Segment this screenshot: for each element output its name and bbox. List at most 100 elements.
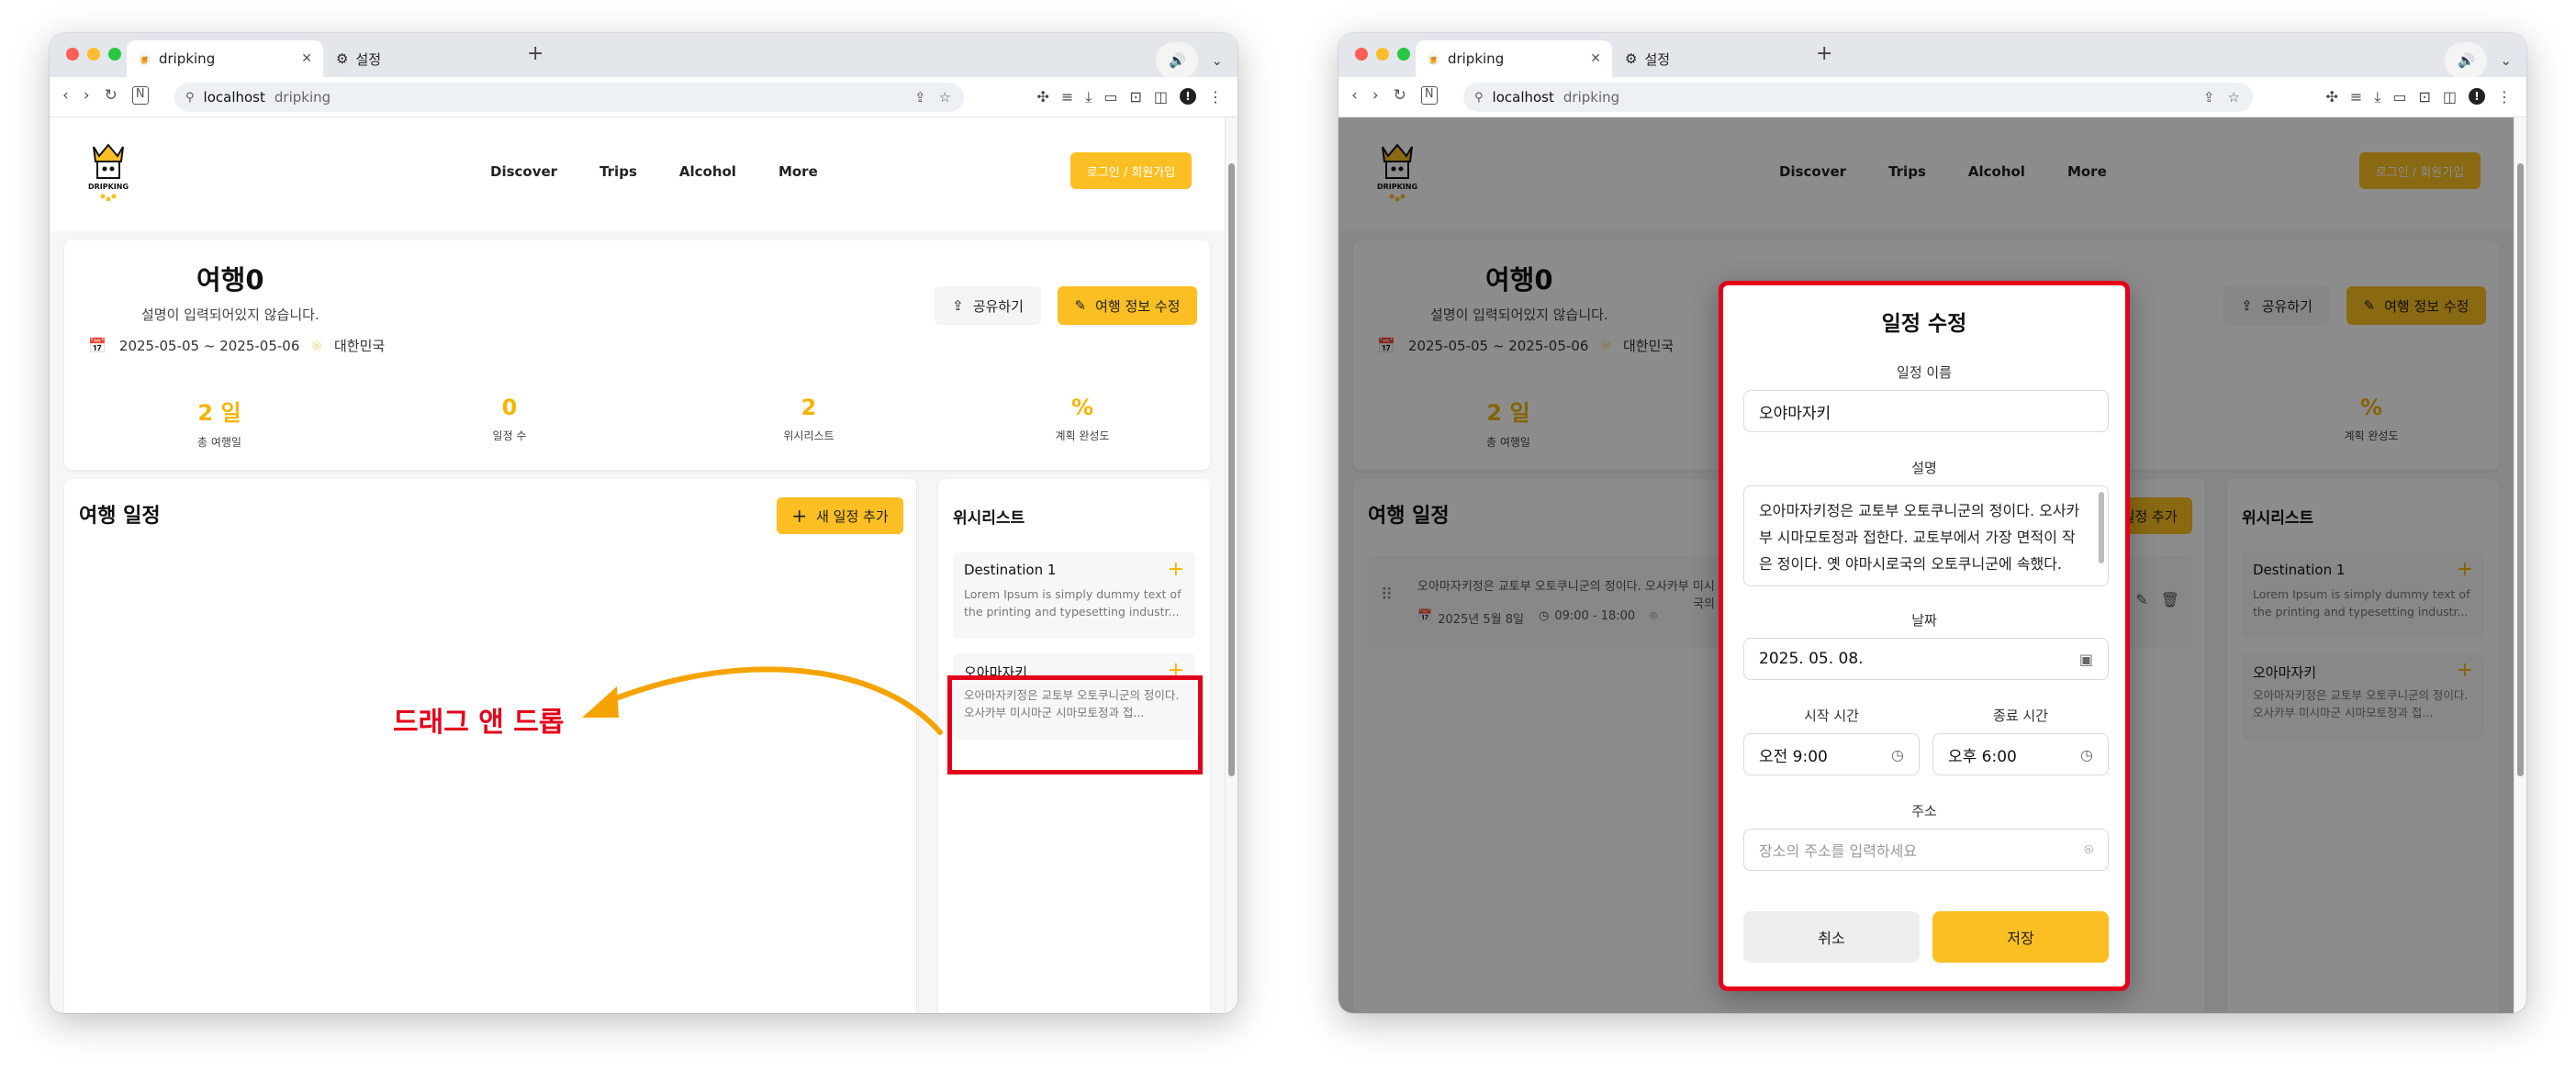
- back-icon[interactable]: ‹: [1351, 86, 1358, 105]
- profile-alert-icon[interactable]: !: [2469, 88, 2485, 105]
- desc-label: 설명: [1911, 460, 1937, 476]
- scrollbar-thumb[interactable]: [2517, 163, 2524, 776]
- end-time-input[interactable]: 오후 6:00 ◷: [1932, 733, 2109, 775]
- nav-alcohol[interactable]: Alcohol: [679, 163, 736, 180]
- download-icon[interactable]: ⤓: [1085, 88, 1092, 106]
- edit-trip-button[interactable]: ✎ 여행 정보 수정: [1058, 286, 1197, 325]
- site-info-icon[interactable]: ⚲: [185, 91, 195, 105]
- screenshot-icon[interactable]: ⊡: [2418, 88, 2430, 106]
- tab-dripking[interactable]: 🍺 dripking ✕: [127, 40, 323, 77]
- share-button[interactable]: ⇪ 공유하기: [935, 286, 1041, 325]
- extension-n-icon[interactable]: N: [1420, 86, 1438, 105]
- dripking-logo[interactable]: DRIPKING: [81, 141, 136, 202]
- nav-more[interactable]: More: [778, 163, 818, 180]
- stat-label: 총 여행일: [197, 436, 241, 449]
- reading-list-icon[interactable]: ≡: [2350, 88, 2362, 106]
- tab-dripking[interactable]: 🍺 dripking ✕: [1416, 40, 1612, 77]
- textarea-scrollbar[interactable]: [2099, 492, 2104, 563]
- screenshot-icon[interactable]: ⊡: [1129, 88, 1141, 106]
- date-input[interactable]: 2025. 05. 08. ▣: [1743, 638, 2109, 680]
- cancel-button[interactable]: 취소: [1743, 911, 1920, 963]
- name-label: 일정 이름: [1897, 364, 1952, 381]
- modal-title: 일정 수정: [1881, 312, 1967, 336]
- sidebar-icon[interactable]: ◫: [1154, 88, 1168, 106]
- close-window-button[interactable]: [66, 48, 79, 61]
- new-tab-button[interactable]: +: [527, 42, 543, 65]
- tab-settings[interactable]: ⚙ 설정: [325, 40, 518, 77]
- add-to-schedule-icon[interactable]: +: [1168, 558, 1184, 581]
- profile-alert-icon[interactable]: !: [1180, 88, 1196, 105]
- close-window-button[interactable]: [1355, 48, 1368, 61]
- page-scrollbar[interactable]: [1225, 117, 1238, 1013]
- site-info-icon[interactable]: ⚲: [1474, 91, 1484, 105]
- wishlist-item-title: Destination 1: [964, 562, 1057, 578]
- sidebar-icon[interactable]: ◫: [2443, 88, 2457, 106]
- site-header: DRIPKING Discover Trips Alcohol More 로그인…: [50, 117, 1225, 231]
- extension-n-icon[interactable]: N: [131, 86, 149, 105]
- wishlist-item[interactable]: Destination 1 Lorem Ipsum is simply dumm…: [953, 552, 1195, 639]
- close-tab-icon[interactable]: ✕: [1590, 51, 1601, 66]
- close-tab-icon[interactable]: ✕: [301, 51, 312, 66]
- reload-icon[interactable]: ↻: [105, 86, 118, 105]
- save-button[interactable]: 저장: [1932, 911, 2109, 963]
- url-host: localhost: [1492, 89, 1554, 106]
- forward-icon[interactable]: ›: [84, 86, 90, 105]
- bookmark-star-icon[interactable]: ☆: [2228, 89, 2240, 106]
- maximize-window-button[interactable]: [108, 48, 121, 61]
- add-schedule-button[interactable]: + 새 일정 추가: [777, 497, 903, 534]
- minimize-window-button[interactable]: [87, 48, 100, 61]
- forward-icon[interactable]: ›: [1372, 86, 1379, 105]
- end-time-label: 종료 시간: [1993, 708, 2048, 724]
- location-pin-icon[interactable]: ⌾: [2084, 841, 2093, 859]
- share-page-icon[interactable]: ⇪: [2203, 89, 2215, 106]
- download-icon[interactable]: ⤓: [2374, 88, 2380, 106]
- gear-icon: ⚙: [1625, 50, 1638, 67]
- media-control-icon[interactable]: 🔊: [1156, 42, 1199, 79]
- reload-icon[interactable]: ↻: [1394, 86, 1406, 105]
- nav-trips[interactable]: Trips: [599, 163, 637, 180]
- reading-list-icon[interactable]: ≡: [1061, 88, 1073, 106]
- browser-window-right: 🍺 dripking ✕ ⚙ 설정 + 🔊 ⌄ ‹ › ↻ N ⚲ localh…: [1338, 33, 2526, 1013]
- extensions-puzzle-icon[interactable]: ✣: [1036, 88, 1048, 106]
- tab-bar-right: 🔊 ⌄: [1156, 42, 1223, 79]
- tab-favicon-icon: 🍺: [138, 52, 151, 65]
- schedule-panel: 여행 일정 + 새 일정 추가: [64, 479, 918, 1013]
- chevron-down-icon[interactable]: ⌄: [2500, 52, 2512, 69]
- browser-toolbar: ‹ › ↻ N ⚲ localhost dripking ⇪ ☆ ✣ ≡ ⤓ ▭ …: [50, 77, 1238, 117]
- maximize-window-button[interactable]: [1397, 48, 1410, 61]
- page-scrollbar[interactable]: [2514, 117, 2526, 1013]
- nav-discover[interactable]: Discover: [490, 163, 557, 180]
- camera-icon[interactable]: ▭: [2392, 88, 2406, 106]
- share-page-icon[interactable]: ⇪: [914, 89, 926, 106]
- chevron-down-icon[interactable]: ⌄: [1211, 52, 1223, 69]
- calendar-icon[interactable]: ▣: [2079, 651, 2093, 668]
- minimize-window-button[interactable]: [1376, 48, 1389, 61]
- bookmark-star-icon[interactable]: ☆: [939, 89, 951, 106]
- description-textarea[interactable]: 오아마자키정은 교토부 오토쿠니군의 정이다. 오사카부 시마모토정과 접한다.…: [1743, 485, 2109, 586]
- share-label: 공유하기: [972, 297, 1024, 315]
- clock-icon[interactable]: ◷: [1891, 746, 1904, 763]
- tab-label: dripking: [158, 50, 216, 67]
- tab-settings[interactable]: ⚙ 설정: [1614, 40, 1807, 77]
- extensions-puzzle-icon[interactable]: ✣: [2325, 88, 2337, 106]
- address-bar[interactable]: ⚲ localhost dripking ⇪ ☆: [1463, 83, 2253, 112]
- login-button[interactable]: 로그인 / 회원가입: [1070, 152, 1192, 189]
- stat-schedule-count: 0 일정 수: [441, 395, 578, 443]
- tab-bar: 🍺 dripking ✕ ⚙ 설정 + 🔊 ⌄: [1338, 33, 2526, 79]
- address-input[interactable]: 장소의 주소를 입력하세요 ⌾: [1743, 829, 2109, 871]
- address-placeholder: 장소의 주소를 입력하세요: [1759, 842, 1918, 860]
- scrollbar-thumb[interactable]: [1228, 163, 1235, 776]
- new-tab-button[interactable]: +: [1816, 42, 1832, 65]
- browser-window-left: 🍺 dripking ✕ ⚙ 설정 + 🔊 ⌄ ‹ › ↻ N ⚲ localh…: [50, 33, 1238, 1013]
- media-control-icon[interactable]: 🔊: [2445, 42, 2488, 79]
- address-label: 주소: [1911, 803, 1937, 819]
- address-bar[interactable]: ⚲ localhost dripking ⇪ ☆: [174, 83, 964, 112]
- tab-label: 설정: [355, 50, 382, 68]
- schedule-name-input[interactable]: 오야마자키: [1743, 390, 2109, 432]
- menu-kebab-icon[interactable]: ⋮: [2497, 88, 2512, 106]
- camera-icon[interactable]: ▭: [1103, 88, 1117, 106]
- start-time-input[interactable]: 오전 9:00 ◷: [1743, 733, 1920, 775]
- back-icon[interactable]: ‹: [62, 86, 69, 105]
- menu-kebab-icon[interactable]: ⋮: [1208, 88, 1223, 106]
- clock-icon[interactable]: ◷: [2080, 746, 2093, 763]
